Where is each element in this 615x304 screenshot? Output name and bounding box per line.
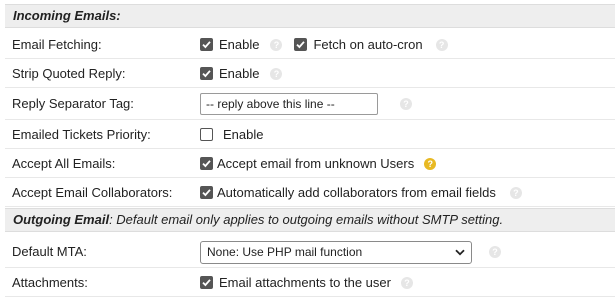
help-circle-icon[interactable]: ? [400,98,412,110]
accept-all-emails-option-label[interactable]: Accept email from unknown Users [217,156,414,171]
accept-collaborators-row: Accept Email Collaborators: Automaticall… [5,178,615,207]
strip-quoted-reply-row: Strip Quoted Reply: Enable ? [5,59,615,88]
attachments-controls: Email attachments to the user ? [200,268,413,297]
checkmark-icon [202,70,211,78]
incoming-emails-title: Incoming Emails: [13,8,121,23]
reply-separator-row: Reply Separator Tag: ? [5,88,615,120]
help-circle-icon[interactable]: ? [509,186,522,199]
help-circle-icon[interactable]: ? [489,246,501,258]
accept-all-emails-controls: Accept email from unknown Users ? [200,149,437,178]
email-settings-panel: Incoming Emails: Email Fetching: Enable … [0,0,615,304]
checkmark-icon [296,41,306,49]
reply-separator-input[interactable] [200,93,378,115]
strip-quoted-reply-checkbox[interactable] [200,67,213,80]
email-fetching-label: Email Fetching: [12,37,102,52]
default-mta-controls: None: Use PHP mail function ? [200,235,501,269]
email-fetching-checkbox[interactable] [200,38,213,51]
default-mta-label: Default MTA: [12,244,87,259]
accept-all-emails-row: Accept All Emails: Accept email from unk… [5,149,615,178]
help-circle-icon[interactable]: ? [435,38,448,51]
strip-quoted-reply-enable-label[interactable]: Enable [219,66,259,81]
chevron-down-icon [455,249,465,255]
default-mta-selected-value: None: Use PHP mail function [207,245,363,259]
attachments-option-label[interactable]: Email attachments to the user [219,275,391,290]
accept-collaborators-checkbox[interactable] [200,186,213,199]
fetch-autocron-checkbox[interactable] [294,38,308,51]
accept-collaborators-controls: Automatically add collaborators from ema… [200,178,522,207]
email-fetching-row: Email Fetching: Enable ? Fetch on auto-c… [5,30,615,59]
incoming-emails-header: Incoming Emails: [5,4,615,28]
reply-separator-label: Reply Separator Tag: [12,96,134,111]
checkmark-icon [202,279,211,287]
accept-all-emails-checkbox[interactable] [200,157,213,170]
checkmark-icon [202,41,211,49]
accept-collaborators-option-label[interactable]: Automatically add collaborators from ema… [217,185,496,200]
attachments-row: Attachments: Email attachments to the us… [5,268,615,297]
emailed-tickets-priority-checkbox[interactable] [200,128,213,141]
help-circle-icon[interactable]: ? [270,38,283,51]
accept-all-emails-label: Accept All Emails: [12,156,116,171]
strip-quoted-reply-controls: Enable ? [200,59,283,88]
warning-help-icon[interactable]: ? [424,157,437,170]
email-fetching-enable-label[interactable]: Enable [219,37,259,52]
checkmark-icon [202,160,211,168]
emailed-tickets-priority-row: Emailed Tickets Priority: Enable [5,120,615,149]
reply-separator-controls: ? [200,88,412,120]
strip-quoted-reply-label: Strip Quoted Reply: [12,66,126,81]
default-mta-row: Default MTA: None: Use PHP mail function… [5,234,615,268]
attachments-label: Attachments: [12,275,88,290]
outgoing-email-title: Outgoing Email [13,212,110,227]
accept-collaborators-label: Accept Email Collaborators: [12,185,173,200]
emailed-tickets-priority-controls: Enable [200,120,263,149]
attachments-checkbox[interactable] [200,276,213,289]
help-circle-icon[interactable]: ? [400,276,413,289]
outgoing-email-header: Outgoing Email: Default email only appli… [5,208,615,232]
default-mta-select[interactable]: None: Use PHP mail function [200,240,472,264]
fetch-autocron-label[interactable]: Fetch on auto-cron [313,37,422,52]
emailed-tickets-priority-label: Emailed Tickets Priority: [12,127,151,142]
emailed-tickets-priority-enable-label[interactable]: Enable [223,127,263,142]
checkmark-icon [202,189,211,197]
help-circle-icon[interactable]: ? [270,67,283,80]
email-fetching-controls: Enable ? Fetch on auto-cron ? [200,30,448,59]
outgoing-email-note: : Default email only applies to outgoing… [109,212,504,227]
